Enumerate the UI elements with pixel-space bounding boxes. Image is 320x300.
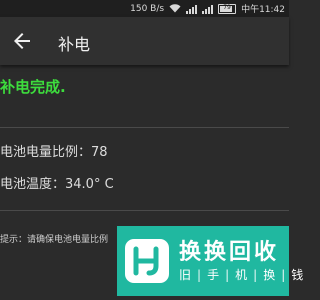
watermark-char: 手 <box>207 268 220 282</box>
page-title: 补电 <box>58 35 91 54</box>
battery-level: 79 <box>223 3 231 11</box>
logo-icon <box>125 239 169 283</box>
status-bar-indicators: 150 B/s 79 中午11:42 <box>130 2 285 15</box>
wifi-icon <box>169 4 181 13</box>
watermark-char: 换 <box>263 268 276 282</box>
battery-temp-text: 电池温度：34.0° C <box>0 177 114 192</box>
signal-icon <box>186 4 198 14</box>
status-bar: 150 B/s 79 中午11:42 <box>0 0 289 17</box>
network-speed: 150 B/s <box>130 3 165 14</box>
watermark-badge: 换换回收 旧 | 手 | 机 | 换 | 钱 <box>117 226 303 296</box>
arrow-left-icon[interactable] <box>10 29 34 53</box>
battery-icon: 79 <box>218 3 237 14</box>
watermark-title: 换换回收 <box>179 240 280 265</box>
divider-1 <box>0 127 289 128</box>
status-message: 补电完成. <box>0 78 66 96</box>
watermark-char: 旧 <box>179 268 192 282</box>
watermark-subtitle: 旧 | 手 | 机 | 换 | 钱 <box>179 267 304 283</box>
watermark-char: 机 <box>235 268 248 282</box>
logo-glyph <box>133 246 159 276</box>
tip-text: 提示：请确保电池电量比例 <box>0 235 109 245</box>
watermark-char: 钱 <box>291 268 304 282</box>
app-bar: 补电 <box>0 17 289 65</box>
divider-2 <box>0 210 289 211</box>
signal-icon-2 <box>202 4 214 14</box>
battery-ratio-text: 电池电量比例：78 <box>0 145 108 160</box>
status-time: 中午11:42 <box>241 5 285 15</box>
